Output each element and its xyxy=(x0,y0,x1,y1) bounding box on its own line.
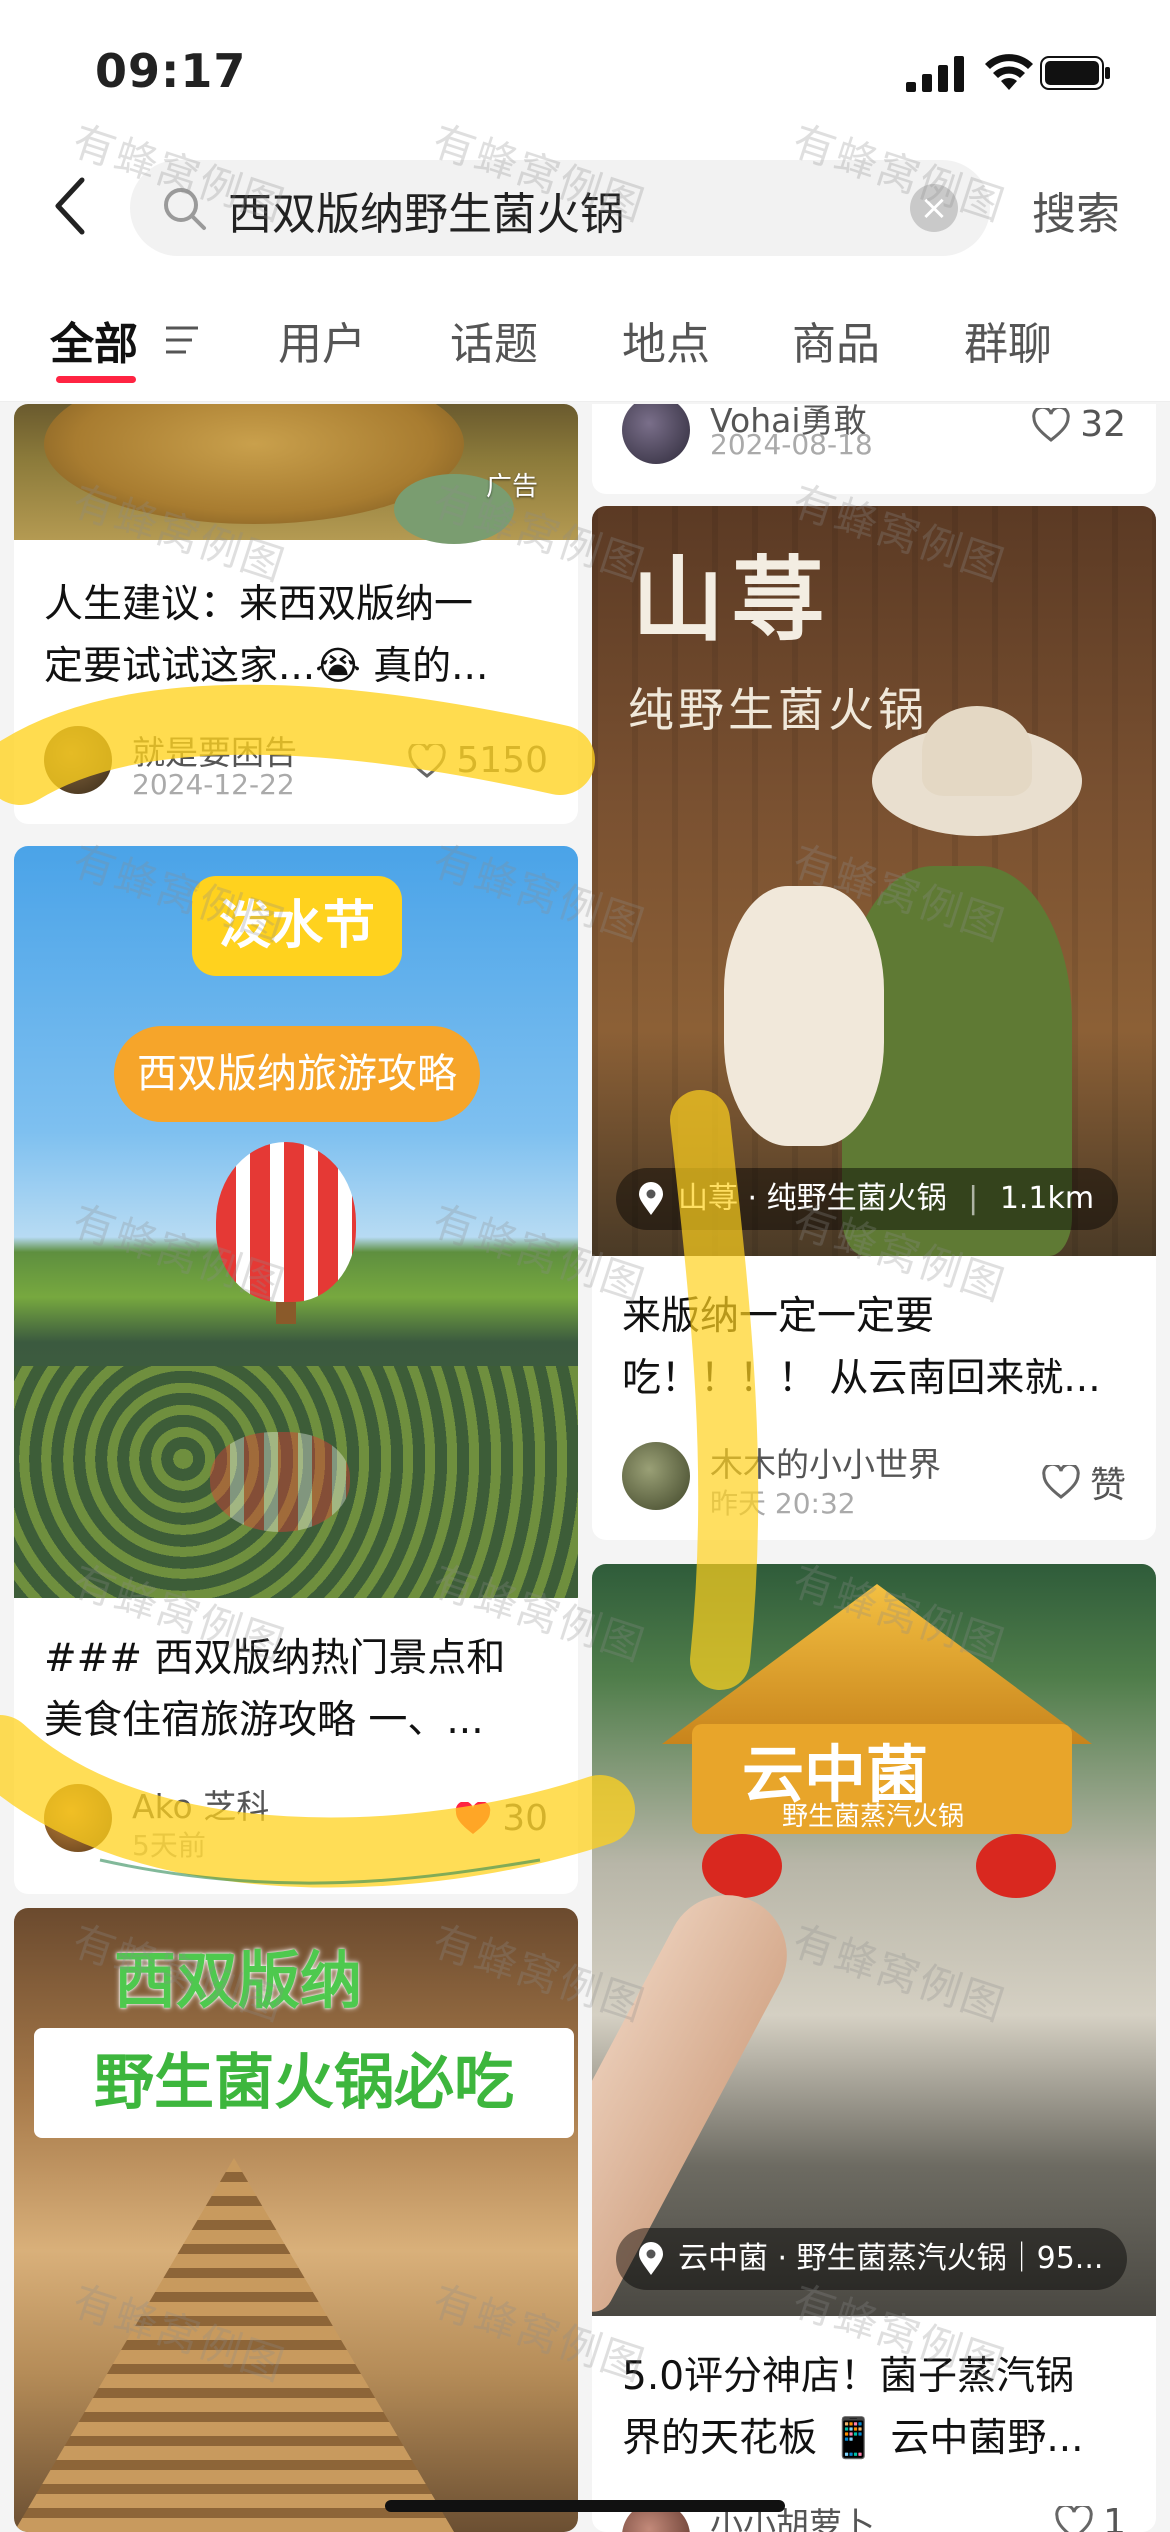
heart-outline-icon xyxy=(1055,2505,1093,2532)
author-name[interactable]: Ako 芝科 xyxy=(132,1780,269,1828)
note-card[interactable]: 广告 人生建议：来西双版纳一 定要试试这家...😭 真的... 就是要困告 20… xyxy=(14,404,578,824)
cover-badge: 泼水节 xyxy=(192,876,402,976)
note-title: ### 西双版纳热门景点和 xyxy=(44,1636,506,1681)
heart-outline-icon xyxy=(1042,1465,1080,1499)
filter-icon[interactable] xyxy=(162,320,202,360)
cover-subtitle: 西双版纳旅游攻略 xyxy=(114,1026,480,1122)
note-title: 5.0评分神店！菌子蒸汽锅 xyxy=(622,2354,1075,2399)
post-date: 5天前 xyxy=(132,1829,206,1862)
like-count: 赞 xyxy=(1089,1465,1126,1506)
cover-sign-2: 野生菌蒸汽火锅 xyxy=(782,1802,965,1832)
wifi-icon xyxy=(985,54,1033,90)
search-button[interactable]: 搜索 xyxy=(1032,178,1120,242)
status-time: 09:17 xyxy=(95,44,247,98)
tab-topics[interactable]: 话题 xyxy=(450,308,538,372)
location-name: 云中菌 · 野生菌蒸汽火锅｜95... xyxy=(678,2241,1104,2276)
like-button[interactable]: 5150 xyxy=(408,740,548,781)
author-name[interactable]: 木木的小小世界 xyxy=(710,1438,941,1486)
post-date: 昨天 20:32 xyxy=(710,1487,856,1520)
avatar[interactable] xyxy=(44,1784,112,1852)
cover-sign-2: 纯野生菌火锅 xyxy=(628,683,928,737)
search-results-screen: 09:17 西双版纳野生菌火锅 × 搜索 全部 用户 话题 地点 商品 群聊 广… xyxy=(0,0,1170,2532)
tab-group-chats[interactable]: 群聊 xyxy=(964,308,1052,372)
note-title-line2: 吃！！！！ 从云南回来就... xyxy=(622,1356,1101,1401)
heart-outline-icon xyxy=(1032,407,1070,442)
heart-filled-icon xyxy=(455,1801,491,1834)
post-date: 2024-12-22 xyxy=(132,768,295,801)
note-cover-image xyxy=(592,1564,1156,2319)
like-button[interactable]: 32 xyxy=(1032,404,1126,445)
like-count: 32 xyxy=(1080,404,1126,445)
location-pin-icon xyxy=(639,2242,663,2275)
note-title: 来版纳一定一定要 xyxy=(622,1294,935,1339)
cover-headline-2: 野生菌火锅必吃 xyxy=(34,2028,574,2138)
tab-products[interactable]: 商品 xyxy=(792,308,880,372)
battery-icon xyxy=(1040,56,1110,90)
heart-outline-icon xyxy=(408,743,447,778)
location-pin-icon xyxy=(639,1182,663,1215)
cover-headline: 西双版纳 xyxy=(114,1944,363,2017)
status-bar: 09:17 xyxy=(0,0,1170,140)
like-count: 1 xyxy=(1103,2502,1126,2532)
location-name: 山荨 · 纯野生菌火锅 xyxy=(678,1181,947,1216)
active-tab-indicator xyxy=(56,376,136,383)
note-card[interactable]: 西双版纳 野生菌火锅必吃 xyxy=(14,1908,578,2532)
note-title-line2: 美食住宿旅游攻略 一、... xyxy=(44,1698,484,1743)
location-tag[interactable]: 山荨 · 纯野生菌火锅 | 1.1km xyxy=(616,1168,1119,1230)
post-date: 2024-08-18 xyxy=(710,428,873,461)
avatar[interactable] xyxy=(44,726,112,794)
author-name[interactable]: 就是要困告 xyxy=(132,726,297,774)
home-indicator[interactable] xyxy=(385,2500,785,2512)
note-title-line2: 定要试试这家...😭 真的... xyxy=(44,644,489,689)
search-icon xyxy=(164,188,206,230)
avatar[interactable] xyxy=(622,404,690,464)
like-count: 5150 xyxy=(456,740,548,781)
like-count: 30 xyxy=(502,1798,548,1839)
note-card[interactable]: 山荨 纯野生菌火锅 山荨 · 纯野生菌火锅 | 1.1km 来版纳一定一定要 吃… xyxy=(592,506,1156,1540)
location-distance: 1.1km xyxy=(999,1181,1095,1216)
like-button[interactable]: 赞 xyxy=(1042,1456,1126,1508)
tab-users[interactable]: 用户 xyxy=(278,308,366,372)
avatar[interactable] xyxy=(622,1442,690,1510)
note-title-line2: 界的天花板 📱 云中菌野... xyxy=(622,2416,1084,2461)
cellular-signal-icon xyxy=(906,56,964,92)
like-button[interactable]: 30 xyxy=(454,1798,548,1839)
back-arrow-icon[interactable] xyxy=(52,176,88,236)
search-query-text[interactable]: 西双版纳野生菌火锅 xyxy=(228,178,624,242)
tab-all[interactable]: 全部 xyxy=(50,308,138,372)
tab-places[interactable]: 地点 xyxy=(622,308,710,372)
like-button[interactable]: 1 xyxy=(1055,2502,1126,2532)
ad-label: 广告 xyxy=(485,472,538,502)
location-tag[interactable]: 云中菌 · 野生菌蒸汽火锅｜95... xyxy=(616,2228,1128,2290)
note-card[interactable]: Vohai勇敢 2024-08-18 32 xyxy=(592,404,1156,494)
note-card[interactable]: 云中菌 野生菌蒸汽火锅 云中菌 · 野生菌蒸汽火锅｜95... 5.0评分神店！… xyxy=(592,1564,1156,2532)
note-card[interactable]: 泼水节 西双版纳旅游攻略 ### 西双版纳热门景点和 美食住宿旅游攻略 一、..… xyxy=(14,846,578,1894)
note-title: 人生建议：来西双版纳一 xyxy=(44,582,474,627)
cover-sign: 山荨 xyxy=(632,547,833,654)
clear-search-icon[interactable]: × xyxy=(910,184,958,232)
